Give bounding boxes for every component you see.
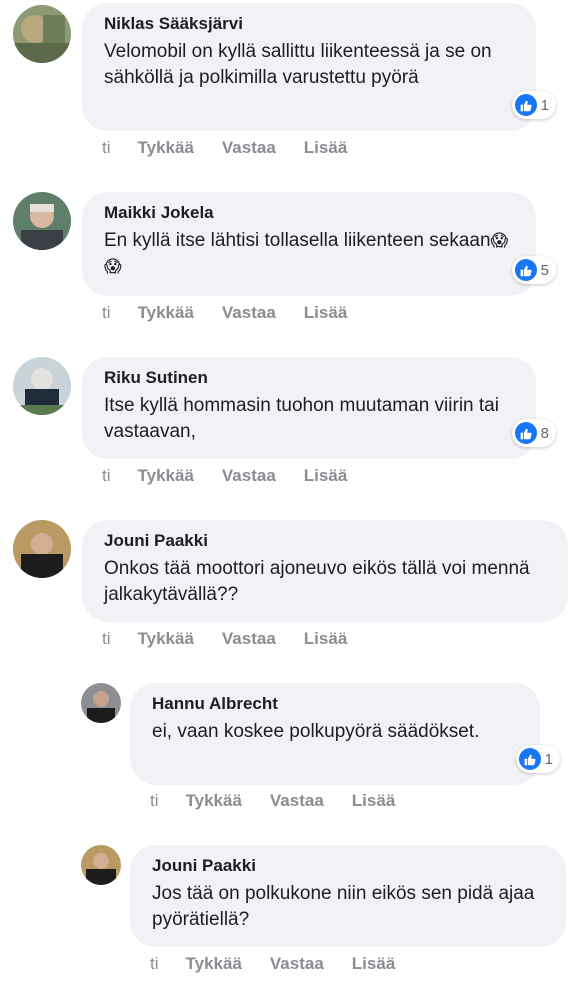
- reply-link[interactable]: Vastaa: [222, 303, 276, 323]
- comment-author[interactable]: Riku Sutinen: [104, 368, 516, 388]
- like-link[interactable]: Tykkää: [138, 303, 194, 323]
- thumbs-up-icon: [514, 94, 537, 116]
- comment-bubble: Maikki Jokela En kyllä itse lähtisi toll…: [82, 192, 556, 296]
- comment-feed: Niklas Sääksjärvi Velomobil on kyllä sal…: [0, 0, 585, 1000]
- more-link[interactable]: Lisää: [352, 791, 395, 811]
- comment-bubble: Jouni Paakki Jos tää on polkukone niin e…: [130, 845, 566, 947]
- reaction-count-value: 1: [540, 96, 549, 114]
- reaction-count[interactable]: 1: [511, 91, 556, 119]
- comment-timestamp[interactable]: ti: [102, 138, 111, 158]
- thumbs-up-icon: [518, 748, 541, 770]
- like-link[interactable]: Tykkää: [138, 466, 194, 486]
- avatar[interactable]: [13, 192, 71, 250]
- like-link[interactable]: Tykkää: [138, 629, 194, 649]
- comment-actions: ti Tykkää Vastaa Lisää: [102, 138, 375, 158]
- comment-author[interactable]: Jouni Paakki: [152, 856, 546, 876]
- reaction-count-value: 5: [540, 261, 549, 279]
- comment-actions: ti Tykkää Vastaa Lisää: [150, 791, 423, 811]
- comment-author[interactable]: Niklas Sääksjärvi: [104, 14, 516, 34]
- reply-link[interactable]: Vastaa: [222, 138, 276, 158]
- comment-text: Onkos tää moottori ajoneuvo eikös tällä …: [104, 558, 530, 605]
- comment-author[interactable]: Jouni Paakki: [104, 531, 548, 551]
- comment-author[interactable]: Maikki Jokela: [104, 203, 516, 223]
- comment-text: Jos tää on polkukone niin eikös sen pidä…: [152, 883, 535, 930]
- comment-bubble: Jouni Paakki Onkos tää moottori ajoneuvo…: [82, 520, 568, 622]
- reaction-count[interactable]: 5: [511, 256, 556, 284]
- comment-actions: ti Tykkää Vastaa Lisää: [102, 466, 375, 486]
- reaction-count[interactable]: 8: [511, 419, 556, 447]
- like-link[interactable]: Tykkää: [186, 954, 242, 974]
- avatar[interactable]: [13, 520, 71, 578]
- reaction-count-value: 8: [540, 424, 549, 442]
- comment-timestamp[interactable]: ti: [102, 303, 111, 323]
- reply-link[interactable]: Vastaa: [222, 629, 276, 649]
- avatar[interactable]: [81, 683, 121, 723]
- reply-link[interactable]: Vastaa: [270, 791, 324, 811]
- comment-timestamp[interactable]: ti: [150, 791, 159, 811]
- comment-text: Velomobil on kyllä sallittu liikenteessä…: [104, 41, 492, 88]
- more-link[interactable]: Lisää: [304, 303, 347, 323]
- more-link[interactable]: Lisää: [304, 466, 347, 486]
- comment-actions: ti Tykkää Vastaa Lisää: [150, 954, 423, 974]
- more-link[interactable]: Lisää: [304, 138, 347, 158]
- comment-timestamp[interactable]: ti: [102, 466, 111, 486]
- avatar[interactable]: [13, 5, 71, 63]
- thumbs-up-icon: [514, 259, 537, 281]
- comment-timestamp[interactable]: ti: [102, 629, 111, 649]
- avatar[interactable]: [81, 845, 121, 885]
- comment-bubble: Riku Sutinen Itse kyllä hommasin tuohon …: [82, 357, 556, 459]
- comment-author[interactable]: Hannu Albrecht: [152, 694, 520, 714]
- thumbs-up-icon: [514, 422, 537, 444]
- comment-actions: ti Tykkää Vastaa Lisää: [102, 629, 375, 649]
- avatar[interactable]: [13, 357, 71, 415]
- comment-bubble: Niklas Sääksjärvi Velomobil on kyllä sal…: [82, 3, 556, 131]
- reply-link[interactable]: Vastaa: [270, 954, 324, 974]
- comment-bubble: Hannu Albrecht ei, vaan koskee polkupyör…: [130, 683, 560, 785]
- comment-timestamp[interactable]: ti: [150, 954, 159, 974]
- like-link[interactable]: Tykkää: [186, 791, 242, 811]
- reaction-count[interactable]: 1: [515, 745, 560, 773]
- more-link[interactable]: Lisää: [352, 954, 395, 974]
- comment-actions: ti Tykkää Vastaa Lisää: [102, 303, 375, 323]
- reply-link[interactable]: Vastaa: [222, 466, 276, 486]
- comment-text: En kyllä itse lähtisi tollasella liikent…: [104, 230, 510, 276]
- comment-text: Itse kyllä hommasin tuohon muutaman viir…: [104, 395, 499, 442]
- reaction-count-value: 1: [544, 750, 553, 768]
- comment-text: ei, vaan koskee polkupyörä säädökset.: [152, 721, 480, 742]
- like-link[interactable]: Tykkää: [138, 138, 194, 158]
- more-link[interactable]: Lisää: [304, 629, 347, 649]
